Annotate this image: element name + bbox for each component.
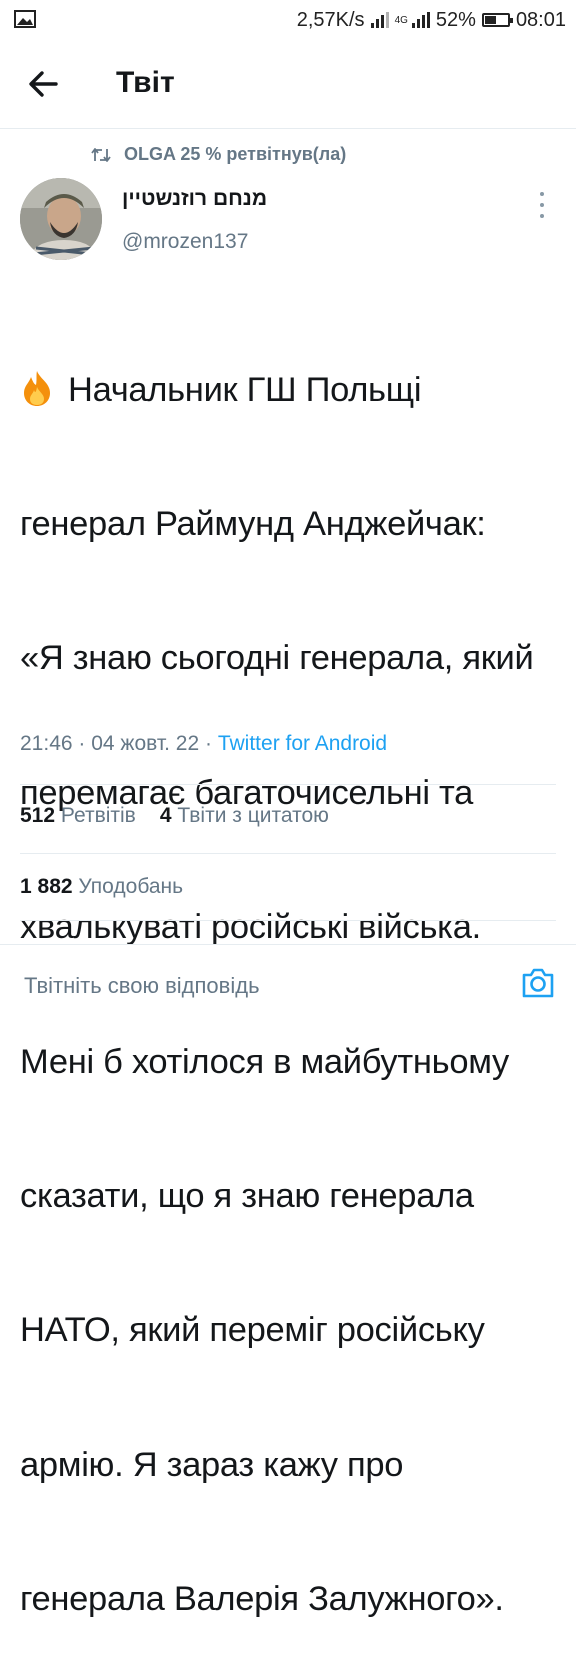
battery-fill <box>484 16 496 24</box>
tweet-line: сказати, що я знаю генерала <box>20 1176 474 1215</box>
arrow-left-icon[interactable] <box>24 66 64 102</box>
network-speed: 2,57K/s <box>296 8 365 31</box>
tweet-line: Начальник ГШ Польщі <box>20 368 560 413</box>
likes-stats: 1 882 Уподобань <box>20 875 183 899</box>
likes-stat[interactable]: 1 882 Уподобань <box>20 875 183 899</box>
tweet-source-link[interactable]: Twitter for Android <box>218 732 387 755</box>
tweet-time: 21:46 <box>20 732 73 755</box>
battery-icon <box>481 13 513 27</box>
camera-icon[interactable] <box>520 965 556 1001</box>
meta-separator: · <box>78 732 92 755</box>
tweet-date: 04 жовт. 22 <box>91 732 200 755</box>
retweet-icon <box>91 147 111 162</box>
reply-input[interactable]: Твітніть свою відповідь <box>24 973 260 999</box>
clock: 08:01 <box>515 8 566 31</box>
tweet-line: «Я знаю сьогодні генерала, який <box>20 639 534 678</box>
tweet-line: генерал Раймунд Анджейчак: <box>20 504 486 543</box>
meta-separator: · <box>205 732 218 755</box>
retweet-context[interactable]: OLGA 25 % ретвітнув(ла) <box>90 144 346 165</box>
tweet-line: НАТО, який переміг російську <box>20 1311 485 1350</box>
tweet-line: армію. Я зараз кажу про <box>20 1445 404 1484</box>
signal-icon-2 <box>411 12 430 28</box>
divider <box>20 784 556 785</box>
fire-emoji <box>24 370 50 406</box>
page-title: Твіт <box>116 66 175 99</box>
quotes-stat[interactable]: 4 Твіти з цитатою <box>160 804 329 828</box>
tweet-line: Мені б хотілося в майбутньому <box>20 1042 509 1081</box>
signal-icon <box>370 12 389 28</box>
app-header: Твіт <box>0 40 576 129</box>
avatar-image <box>20 178 102 260</box>
tweet-line: генерала Валерія Залужного». <box>20 1580 504 1619</box>
avatar[interactable] <box>20 178 102 260</box>
divider <box>20 853 556 854</box>
reply-bar: Твітніть свою відповідь <box>0 944 576 1025</box>
author-handle[interactable]: @mrozen137 <box>122 230 248 254</box>
author-name[interactable]: מנחם רוזנשטיין <box>122 187 267 211</box>
network-type: 4G <box>394 14 408 26</box>
divider <box>20 920 556 921</box>
status-bar: 2,57K/s 4G 52% 08:01 <box>0 0 576 40</box>
battery-percent: 52% <box>435 8 476 31</box>
retweet-label: OLGA 25 % ретвітнув(ла) <box>124 144 347 164</box>
tweet-meta: 21:46 · 04 жовт. 22 · Twitter for Androi… <box>20 732 387 756</box>
retweet-stats: 512 Ретвітів 4 Твіти з цитатою <box>20 804 329 828</box>
image-icon <box>14 10 36 28</box>
more-vertical-icon[interactable] <box>532 190 552 220</box>
retweets-stat[interactable]: 512 Ретвітів <box>20 804 136 828</box>
